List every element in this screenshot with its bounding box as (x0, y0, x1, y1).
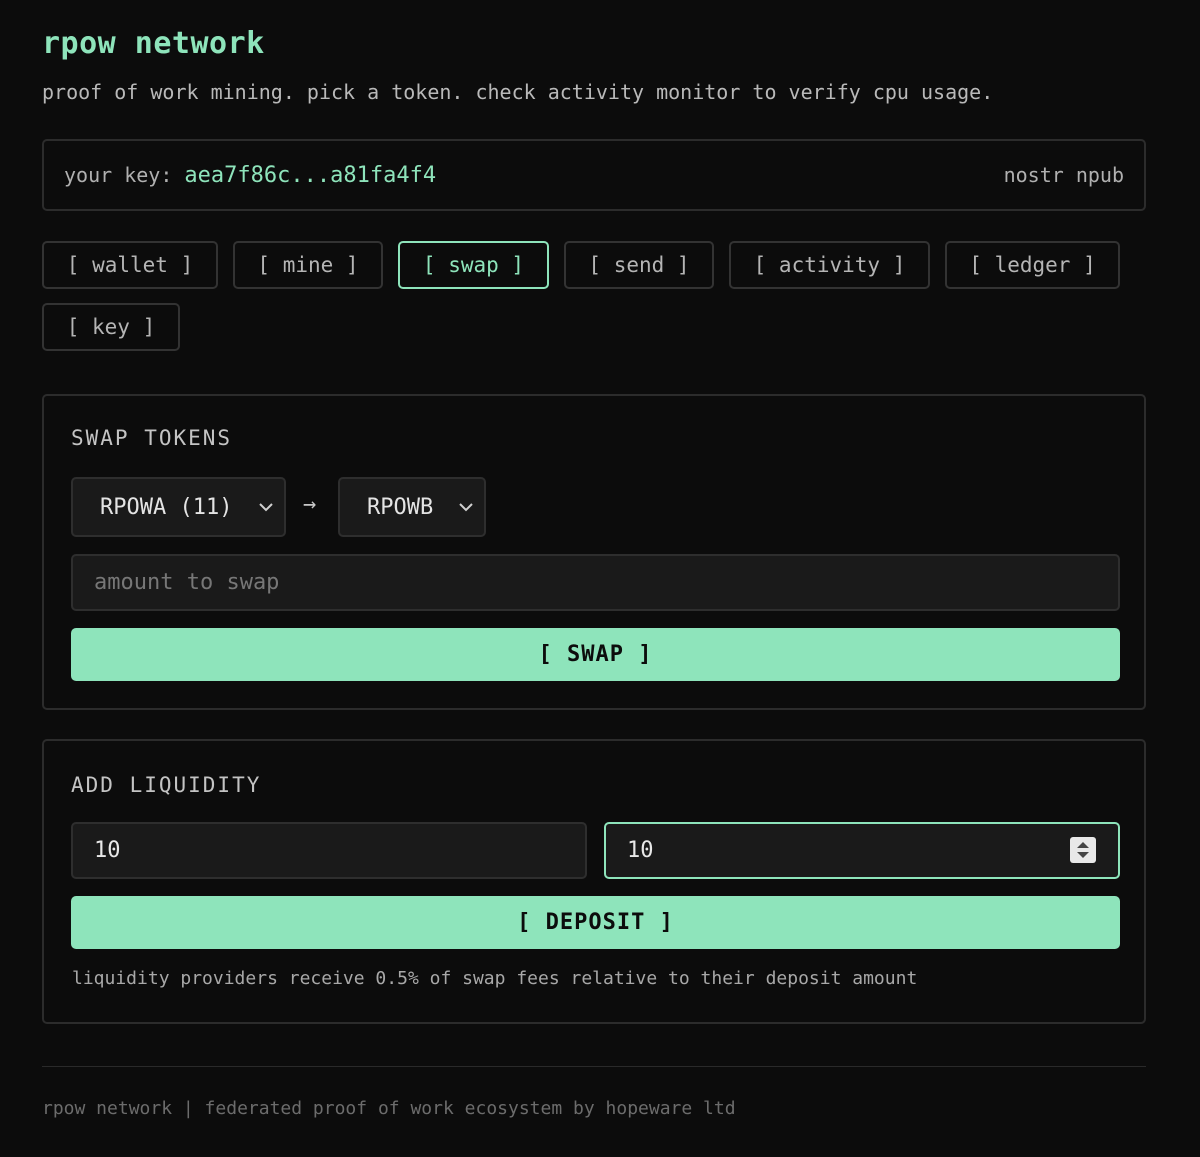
page-subtitle: proof of work mining. pick a token. chec… (42, 80, 994, 104)
key-type-label: nostr npub (1003, 163, 1124, 187)
footer-text: rpow network | federated proof of work e… (42, 1098, 736, 1119)
stepper-arrows-icon (1077, 842, 1089, 858)
key-box: your key: aea7f86c...a81fa4f4 nostr npub (42, 139, 1146, 211)
deposit-button[interactable]: [ DEPOSIT ] (71, 896, 1120, 949)
key-display: your key: aea7f86c...a81fa4f4 (64, 163, 436, 188)
swap-heading: SWAP TOKENS (71, 426, 233, 450)
swap-amount-input[interactable] (71, 554, 1120, 611)
tab-activity[interactable]: [ activity ] (729, 241, 930, 289)
tab-swap[interactable]: [ swap ] (398, 241, 549, 289)
liquidity-amount-b-input[interactable] (604, 822, 1120, 879)
chevron-down-icon (459, 503, 473, 512)
swap-panel: SWAP TOKENS RPOWA (11) → RPOWB [ SWAP ] (42, 394, 1146, 710)
liquidity-heading: ADD LIQUIDITY (71, 773, 262, 797)
swap-arrow-icon: → (303, 492, 317, 517)
from-token-select[interactable]: RPOWA (11) (71, 477, 286, 537)
swap-button[interactable]: [ SWAP ] (71, 628, 1120, 681)
liquidity-note: liquidity providers receive 0.5% of swap… (72, 968, 918, 989)
tab-send[interactable]: [ send ] (564, 241, 714, 289)
footer-divider (42, 1066, 1146, 1067)
tab-wallet[interactable]: [ wallet ] (42, 241, 218, 289)
key-value[interactable]: aea7f86c...a81fa4f4 (184, 163, 436, 188)
page: rpow network proof of work mining. pick … (0, 0, 1200, 1157)
number-stepper[interactable] (1070, 837, 1096, 863)
to-token-select[interactable]: RPOWB (338, 477, 486, 537)
key-label: your key: (64, 162, 173, 187)
liquidity-amount-a-input[interactable] (71, 822, 587, 879)
tab-ledger[interactable]: [ ledger ] (945, 241, 1120, 289)
from-token-value: RPOWA (11) (100, 494, 233, 520)
chevron-down-icon (259, 503, 273, 512)
tab-mine[interactable]: [ mine ] (233, 241, 383, 289)
liquidity-panel: ADD LIQUIDITY [ DEPOSIT ] liquidity prov… (42, 739, 1146, 1024)
page-title: rpow network (42, 26, 265, 61)
tab-key[interactable]: [ key ] (42, 303, 180, 351)
to-token-value: RPOWB (367, 494, 434, 520)
